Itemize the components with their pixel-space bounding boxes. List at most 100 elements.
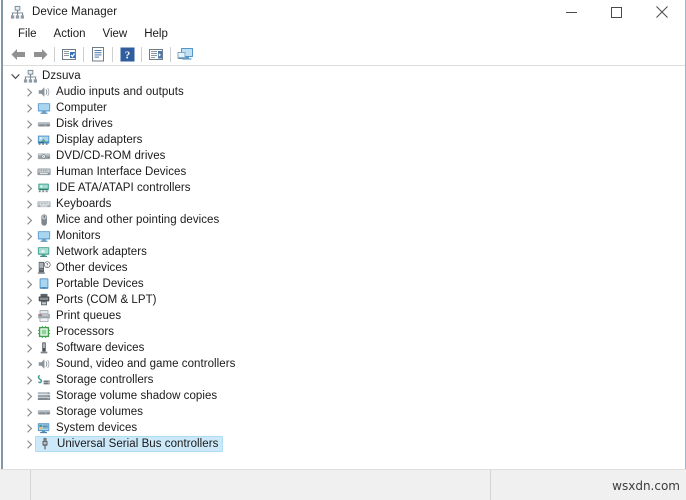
close-button[interactable]: [639, 0, 684, 24]
title-bar: Device Manager: [3, 0, 685, 24]
tree-item[interactable]: Storage volume shadow copies: [4, 388, 680, 404]
tree-item-content[interactable]: Network adapters: [36, 244, 147, 260]
menu-help[interactable]: Help: [136, 25, 177, 43]
display-adapter-icon: [36, 132, 52, 148]
tree-item-content[interactable]: Display adapters: [36, 132, 142, 148]
tree-item[interactable]: Display adapters: [4, 132, 680, 148]
tree-item[interactable]: Monitors: [4, 228, 680, 244]
chevron-right-icon[interactable]: [22, 196, 36, 212]
tree-item[interactable]: Storage controllers: [4, 372, 680, 388]
scan-for-hardware-changes-button[interactable]: [145, 45, 167, 65]
tree-item-content[interactable]: Computer: [36, 100, 107, 116]
chevron-right-icon[interactable]: [22, 276, 36, 292]
properties-button[interactable]: [87, 45, 109, 65]
chevron-right-icon[interactable]: [22, 116, 36, 132]
device-tree[interactable]: Dzsuva Audio inputs and outputs Computer D…: [4, 67, 680, 465]
chevron-right-icon[interactable]: [22, 420, 36, 436]
tree-item-content[interactable]: Storage controllers: [36, 372, 153, 388]
tree-item-selected-content[interactable]: Universal Serial Bus controllers: [35, 436, 224, 452]
chevron-down-icon[interactable]: [8, 68, 22, 84]
chevron-right-icon[interactable]: [22, 340, 36, 356]
update-driver-button[interactable]: [174, 45, 196, 65]
menu-action[interactable]: Action: [46, 25, 95, 43]
tree-item[interactable]: Human Interface Devices: [4, 164, 680, 180]
maximize-button[interactable]: [594, 0, 639, 24]
menu-file[interactable]: File: [10, 25, 46, 43]
tree-item[interactable]: Computer: [4, 100, 680, 116]
forward-button[interactable]: [29, 45, 51, 65]
tree-item[interactable]: Print queues: [4, 308, 680, 324]
tree-item[interactable]: Ports (COM & LPT): [4, 292, 680, 308]
tree-root-node[interactable]: Dzsuva: [4, 68, 680, 84]
chevron-right-icon[interactable]: [22, 292, 36, 308]
chevron-right-icon[interactable]: [22, 132, 36, 148]
back-button[interactable]: [7, 45, 29, 65]
tree-item[interactable]: Audio inputs and outputs: [4, 84, 680, 100]
tree-item[interactable]: DVD/CD-ROM drives: [4, 148, 680, 164]
tree-item-content[interactable]: Print queues: [36, 308, 121, 324]
tree-item[interactable]: Sound, video and game controllers: [4, 356, 680, 372]
hid-keyboard-icon: [36, 164, 52, 180]
tree-item-content[interactable]: Keyboards: [36, 196, 111, 212]
chevron-right-icon[interactable]: [22, 388, 36, 404]
tree-item-content[interactable]: Sound, video and game controllers: [36, 356, 235, 372]
tree-item-content[interactable]: Processors: [36, 324, 114, 340]
chevron-right-icon[interactable]: [22, 308, 36, 324]
software-device-icon: [36, 340, 52, 356]
chevron-right-icon[interactable]: [22, 148, 36, 164]
monitor-icon: [36, 228, 52, 244]
chevron-right-icon[interactable]: [22, 228, 36, 244]
tree-item[interactable]: Software devices: [4, 340, 680, 356]
window-controls: [549, 0, 684, 24]
tree-item[interactable]: Disk drives: [4, 116, 680, 132]
svg-text:?: ?: [124, 50, 130, 62]
tree-item[interactable]: Universal Serial Bus controllers: [4, 436, 680, 452]
tree-item[interactable]: Mice and other pointing devices: [4, 212, 680, 228]
tree-item-content[interactable]: Disk drives: [36, 116, 113, 132]
tree-item-content[interactable]: ? Other devices: [36, 260, 128, 276]
menu-view[interactable]: View: [95, 25, 137, 43]
chevron-right-icon[interactable]: [22, 180, 36, 196]
tree-item-content[interactable]: Ports (COM & LPT): [36, 292, 157, 308]
chevron-right-icon[interactable]: [22, 404, 36, 420]
chevron-right-icon[interactable]: [22, 324, 36, 340]
toolbar-separator-3: [112, 47, 113, 62]
help-button[interactable]: ?: [116, 45, 138, 65]
tree-item-content[interactable]: Software devices: [36, 340, 144, 356]
tree-item-content[interactable]: DVD/CD-ROM drives: [36, 148, 165, 164]
tree-item-content[interactable]: System devices: [36, 420, 137, 436]
tree-item-content[interactable]: Storage volumes: [36, 404, 143, 420]
tree-item[interactable]: Portable Devices: [4, 276, 680, 292]
tree-item-content[interactable]: Audio inputs and outputs: [36, 84, 184, 100]
tree-item-content[interactable]: Human Interface Devices: [36, 164, 186, 180]
tree-item-label: Monitors: [56, 230, 101, 242]
chevron-right-icon[interactable]: [22, 436, 36, 452]
window-frame: Device Manager File Action View Help ? D…: [0, 0, 686, 500]
chevron-right-icon[interactable]: [22, 260, 36, 276]
status-divider: [490, 470, 491, 500]
tree-item[interactable]: System devices: [4, 420, 680, 436]
minimize-button[interactable]: [549, 0, 594, 24]
tree-item[interactable]: Network adapters: [4, 244, 680, 260]
tree-item-label: DVD/CD-ROM drives: [56, 150, 166, 162]
tree-item-content[interactable]: Mice and other pointing devices: [36, 212, 219, 228]
tree-item[interactable]: IDE ATA/ATAPI controllers: [4, 180, 680, 196]
show-hidden-devices-button[interactable]: [58, 45, 80, 65]
tree-item-label: Universal Serial Bus controllers: [57, 438, 219, 450]
chevron-right-icon[interactable]: [22, 356, 36, 372]
tree-item[interactable]: Processors: [4, 324, 680, 340]
chevron-right-icon[interactable]: [22, 372, 36, 388]
chevron-right-icon[interactable]: [22, 212, 36, 228]
tree-item[interactable]: Storage volumes: [4, 404, 680, 420]
tree-item-content[interactable]: Portable Devices: [36, 276, 144, 292]
chevron-right-icon[interactable]: [22, 164, 36, 180]
chevron-right-icon[interactable]: [22, 100, 36, 116]
chevron-right-icon[interactable]: [22, 84, 36, 100]
chevron-right-icon[interactable]: [22, 244, 36, 260]
tree-item-content[interactable]: IDE ATA/ATAPI controllers: [36, 180, 191, 196]
usb-icon: [37, 436, 53, 452]
tree-item[interactable]: ? Other devices: [4, 260, 680, 276]
tree-item-content[interactable]: Monitors: [36, 228, 101, 244]
tree-item-content[interactable]: Storage volume shadow copies: [36, 388, 217, 404]
tree-item[interactable]: Keyboards: [4, 196, 680, 212]
